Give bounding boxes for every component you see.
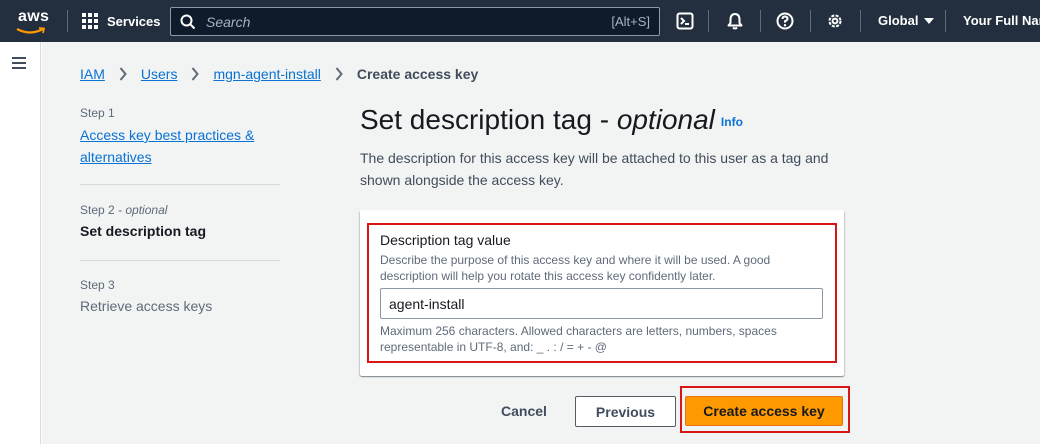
- step-3-title: Retrieve access keys: [80, 298, 213, 314]
- nav-divider: [810, 10, 811, 32]
- page-title: Set description tag - optional Info: [360, 104, 743, 136]
- aws-logo[interactable]: aws: [14, 6, 54, 36]
- hamburger-menu-icon[interactable]: [12, 57, 26, 69]
- search-icon: [180, 14, 196, 30]
- search-shortcut: [Alt+S]: [611, 14, 650, 29]
- breadcrumb-iam[interactable]: IAM: [80, 66, 105, 82]
- search-input[interactable]: Search [Alt+S]: [170, 7, 660, 36]
- gear-icon[interactable]: [825, 11, 845, 31]
- caret-down-icon: [924, 17, 935, 24]
- step-divider: [80, 184, 280, 185]
- step-2-number: Step 2 - optional: [80, 203, 280, 217]
- top-navigation: aws Services Search [Alt+S] Global Your …: [0, 0, 1040, 42]
- search-placeholder: Search: [206, 14, 251, 30]
- step-1-link[interactable]: Access key best practices & alternatives: [80, 124, 280, 168]
- nav-divider: [67, 10, 68, 32]
- page-title-text: Set description tag -: [360, 104, 617, 135]
- step-divider: [80, 260, 280, 261]
- chevron-right-icon: [191, 67, 200, 81]
- cancel-button[interactable]: Cancel: [490, 396, 558, 426]
- side-navigation-rail: [0, 42, 41, 444]
- description-tag-input[interactable]: [380, 288, 823, 319]
- region-label: Global: [878, 13, 919, 28]
- step-1-number: Step 1: [80, 106, 115, 120]
- wizard-step-1: Step 1 Access key best practices & alter…: [80, 106, 280, 168]
- wizard-step-2: Step 2 - optional Set description tag: [80, 203, 280, 239]
- description-tag-constraint-text: Maximum 256 characters. Allowed characte…: [380, 324, 777, 354]
- info-link[interactable]: Info: [721, 115, 743, 129]
- aws-logo-text: aws: [18, 8, 50, 25]
- page-description: The description for this access key will…: [360, 150, 829, 188]
- breadcrumb: IAM Users mgn-agent-install Create acces…: [80, 66, 478, 82]
- nav-divider: [760, 10, 761, 32]
- services-label: Services: [107, 13, 161, 29]
- chevron-right-icon: [119, 67, 127, 81]
- step-3-number: Step 3: [80, 278, 115, 292]
- cloudshell-icon[interactable]: [675, 11, 695, 31]
- chevron-right-icon: [335, 67, 343, 81]
- aws-smile-icon: [16, 27, 46, 34]
- services-grid-icon: [82, 13, 98, 29]
- breadcrumb-users[interactable]: Users: [141, 66, 178, 82]
- region-selector[interactable]: Global: [878, 13, 935, 28]
- step-2-number-label: Step 2: [80, 203, 115, 217]
- account-menu-button[interactable]: Your Full Nam: [963, 13, 1040, 28]
- description-tag-label: Description tag value: [380, 232, 511, 248]
- create-access-key-button[interactable]: Create access key: [685, 396, 843, 426]
- description-tag-help-text: Describe the purpose of this access key …: [380, 253, 771, 283]
- bell-icon[interactable]: [725, 11, 745, 31]
- breadcrumb-current-page: Create access key: [356, 66, 479, 82]
- services-menu-button[interactable]: Services: [82, 10, 161, 32]
- step-2-optional-label: - optional: [118, 203, 168, 217]
- previous-button[interactable]: Previous: [575, 396, 676, 427]
- breadcrumb-user-mgn-agent-install[interactable]: mgn-agent-install: [213, 66, 320, 82]
- step-2-title: Set description tag: [80, 223, 207, 239]
- nav-divider: [860, 10, 861, 32]
- nav-divider: [945, 10, 946, 32]
- help-icon[interactable]: [775, 11, 795, 31]
- wizard-step-3: Step 3 Retrieve access keys: [80, 278, 280, 314]
- nav-divider: [708, 10, 709, 32]
- page-title-optional: optional: [616, 104, 715, 135]
